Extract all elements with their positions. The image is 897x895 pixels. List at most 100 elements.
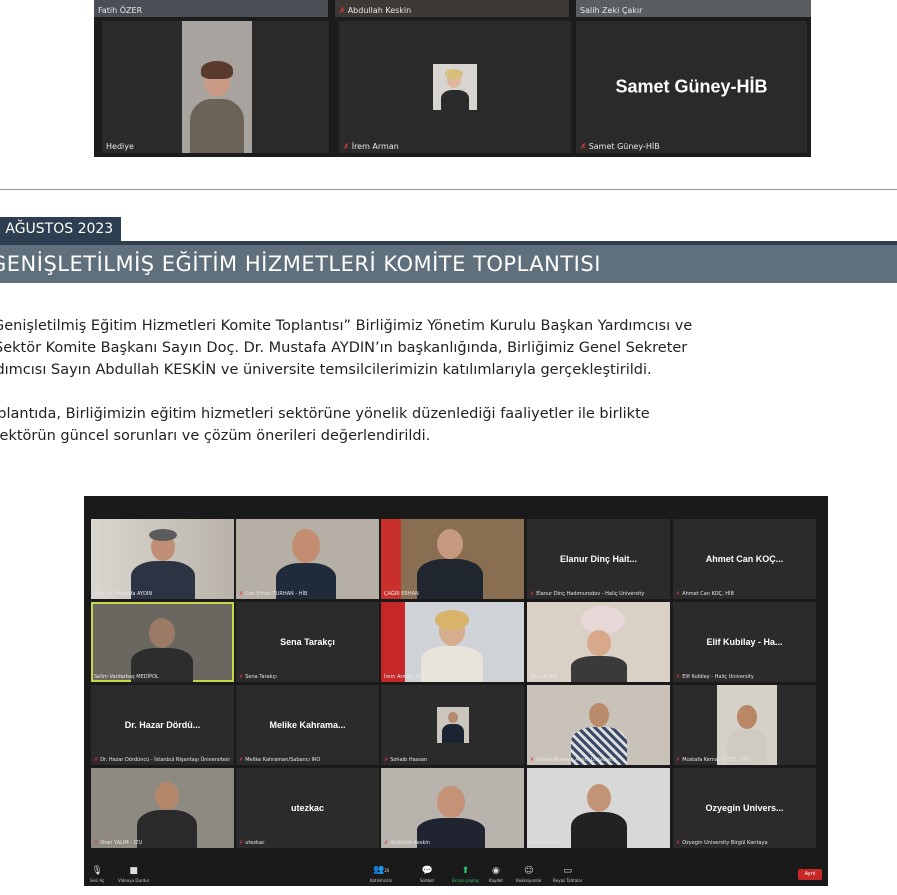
mic-muted-icon: ✗ [94, 757, 99, 763]
video-tile: Elanur Dinç Hait... ✗ Elanur Dinç Hadımur… [527, 519, 670, 599]
participant-video [433, 64, 477, 110]
participant-name: Hediye [106, 142, 134, 151]
participant-display-name: Samet Güney-HİB [615, 76, 768, 97]
video-tile: ✗ Abdullah Keskin [335, 0, 569, 17]
participants-icon: 👥20 [373, 865, 390, 875]
participant-name: Elif Kubilay - Haliç University [682, 674, 754, 680]
leave-button[interactable]: Ayrıl [798, 869, 822, 880]
participant-display-name: Ahmet Can KOÇ... [705, 554, 784, 564]
mic-muted-icon: ✗ [676, 674, 681, 680]
section-divider [0, 189, 897, 190]
title-bar: GENİŞLETİLMİŞ EĞİTİM HİZMETLERİ KOMİTE T… [0, 245, 897, 283]
participant-display-name: Elanur Dinç Hait... [559, 554, 637, 564]
chat-bubble-icon: 💬 [421, 866, 433, 876]
participant-name: Hasan Akalay - Atılım University [536, 757, 617, 763]
video-tile: ✗ Sohaib Hassan [381, 685, 524, 765]
article-title: GENİŞLETİLMİŞ EĞİTİM HİZMETLERİ KOMİTE T… [0, 252, 601, 276]
participant-name: İrem Arman [351, 142, 399, 151]
participant-name: Abdullah Keskin [347, 6, 412, 15]
record-button[interactable]: ◉ Kaydet [489, 866, 503, 883]
participant-name: Melike Kahraman/Sabancı IRO [245, 757, 321, 763]
participant-name: Sabri Vernan [530, 840, 562, 846]
meeting-toolbar: 🎙 Sesi Aç ■ Videoyu Durdur 👥20 Katılımcı… [84, 862, 828, 886]
participant-display-name: Melike Kahrama... [269, 720, 346, 730]
participant-display-name: Ozyegin Univers... [705, 803, 784, 813]
participant-name: Ozyegin University Birgül Kantaya [682, 840, 768, 846]
mic-muted-icon: ✗ [384, 840, 389, 846]
participant-name: utezkac [245, 840, 265, 846]
video-tile: ÇAĞRI ERHAN [381, 519, 524, 599]
record-icon: ◉ [492, 866, 500, 876]
mic-muted-icon: ✗ [580, 142, 587, 151]
whiteboard-button[interactable]: ▭ Beyaz Tahtalar [553, 866, 582, 883]
video-tile: İrem Arman_İAÜ [381, 602, 524, 682]
mic-muted-icon: ✗ [339, 6, 346, 15]
participant-video [182, 21, 252, 153]
video-tile: Melike Kahrama... ✗ Melike Kahraman/Saban… [236, 685, 379, 765]
article-paragraph-line: “Genişletilmiş Eğitim Hizmetleri Komite … [0, 318, 693, 334]
video-tile: ✗ İrem Arman [339, 21, 571, 153]
video-tile: ✗ Abdullah Keskin [381, 768, 524, 848]
participant-display-name: Elif Kubilay - Ha... [706, 637, 783, 647]
participant-name: İlhan YALIM - IZU [100, 840, 143, 846]
unmute-button[interactable]: 🎙 Sesi Aç [90, 866, 104, 883]
video-tile: Sabri Vernan [527, 768, 670, 848]
date-badge: 4 AĞUSTOS 2023 [0, 217, 122, 241]
participant-name: Abdullah Keskin [390, 840, 430, 846]
participant-name: Selim Vardarbaş MEDİPOL [94, 674, 159, 680]
stop-video-button[interactable]: ■ Videoyu Durdur [118, 866, 149, 883]
mic-muted-icon: ✗ [239, 757, 244, 763]
mic-muted-icon: ✗ [676, 840, 681, 846]
participant-video [437, 707, 469, 743]
video-tile: Salih Zeki Çakır [576, 0, 811, 17]
mic-muted-icon: ✗ [676, 591, 681, 597]
participant-display-name: Sena Tarakçı [280, 637, 335, 647]
video-tile: Ahmet Can KOÇ... ✗ Ahmet Can KOÇ, HİB [673, 519, 816, 599]
video-tile-active-speaker: Selim Vardarbaş MEDİPOL [91, 602, 234, 682]
video-tile: Fatih ÖZER [94, 0, 328, 17]
participant-name: Sohaib Hassan [390, 757, 428, 763]
participant-name: Fatih ÖZER [98, 6, 143, 15]
video-camera-icon: ■ [129, 866, 138, 876]
article-paragraph-line: Yardımcısı Sayın Abdullah KESKİN ve üniv… [0, 362, 652, 378]
video-tile: Doç. Dr. Mustafa AYDIN [91, 519, 234, 599]
participant-name: Elanur Dinç Hadımurodov - Haliç Universi… [536, 591, 645, 597]
mic-muted-icon: ✗ [530, 757, 535, 763]
participant-name: Can Erhan TURHAN - HİB [245, 591, 308, 597]
participant-name: Samet Güney-HİB [588, 142, 660, 151]
reactions-button[interactable]: ☺ Reaksiyonlar [516, 866, 542, 883]
video-tile: Ozyegin Univers... ✗ Ozyegin University B… [673, 768, 816, 848]
chat-button[interactable]: 💬 Sohbet [420, 866, 434, 883]
participant-name: Mustafa Kemal YÜCEL -TTU [682, 757, 750, 763]
video-tile: Samet Güney-HİB ✗ Samet Güney-HİB [576, 21, 807, 153]
article-paragraph-line: Toplantıda, Birliğimizin eğitim hizmetle… [0, 406, 650, 422]
participant-display-name: Dr. Hazar Dördü... [124, 720, 201, 730]
participant-name: Dr. Hazar Dördüncü - İstanbul Nişantaşı … [100, 757, 230, 763]
video-tile: ✗ İlhan YALIM - IZU [91, 768, 234, 848]
mic-muted-icon: ✗ [384, 757, 389, 763]
participant-video [717, 685, 777, 765]
video-tile: ✗ Can Erhan TURHAN - HİB [236, 519, 379, 599]
microphone-muted-icon: 🎙 [91, 866, 103, 876]
article-paragraph-line: Sektör Komite Başkanı Sayın Doç. Dr. Mus… [0, 340, 688, 356]
share-screen-button[interactable]: ⬆ Ekranı paylaş [452, 866, 479, 883]
mic-muted-icon: ✗ [530, 591, 535, 597]
mic-muted-icon: ✗ [239, 674, 244, 680]
participants-button[interactable]: 👥20 Katılımcılar [370, 865, 392, 883]
participant-display-name: utezkac [290, 803, 325, 813]
participant-name: Doç. Dr. Mustafa AYDIN [94, 591, 153, 597]
reactions-icon: ☺ [524, 866, 534, 876]
video-tile: Dr. Hazar Dördü... ✗ Dr. Hazar Dördüncü -… [91, 685, 234, 765]
video-tile: Elif Kubilay - Ha... ✗ Elif Kubilay - Hal… [673, 602, 816, 682]
top-meeting-screenshot: Fatih ÖZER ✗ Abdullah Keskin Salih Zeki Ç… [94, 0, 811, 157]
participant-name: Sena Tarakçı [245, 674, 277, 680]
whiteboard-icon: ▭ [563, 866, 572, 876]
mic-muted-icon: ✗ [676, 757, 681, 763]
participant-name: Ahmet Can KOÇ, HİB [682, 591, 734, 597]
mic-muted-icon: ✗ [94, 840, 99, 846]
participant-name: Ebru Aydın [530, 674, 557, 680]
video-tile: ✗ Hasan Akalay - Atılım University [527, 685, 670, 765]
video-tile: Hediye [102, 21, 329, 153]
mic-muted-icon: ✗ [239, 591, 244, 597]
video-tile: utezkac ✗ utezkac [236, 768, 379, 848]
